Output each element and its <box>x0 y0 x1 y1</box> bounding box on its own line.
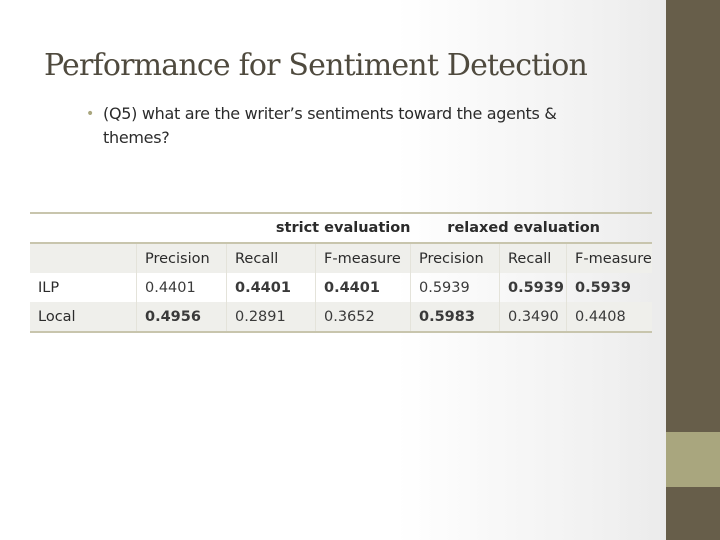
table-cell: 0.4401 <box>226 273 316 302</box>
empty-header-cell <box>30 213 137 244</box>
table-cell: 0.5939 <box>410 273 500 302</box>
results-table: strict evaluation relaxed evaluation Pre… <box>30 212 652 333</box>
table-cell: 0.4408 <box>566 302 652 332</box>
column-header: Precision <box>410 243 500 273</box>
table-cell: 0.5983 <box>410 302 500 332</box>
slide-title: Performance for Sentiment Detection <box>44 48 588 83</box>
table-cell: 0.5939 <box>499 273 567 302</box>
column-header <box>30 243 137 273</box>
group-header-relaxed: relaxed evaluation <box>410 213 652 244</box>
column-header: F-measure <box>566 243 652 273</box>
table-row: Local 0.4956 0.2891 0.3652 0.5983 0.3490… <box>30 302 652 332</box>
bullet-text: (Q5) what are the writer’s sentiments to… <box>103 104 557 147</box>
group-header-strict: strict evaluation <box>136 213 411 244</box>
table-row: ILP 0.4401 0.4401 0.4401 0.5939 0.5939 0… <box>30 273 652 302</box>
table-cell: 0.5939 <box>566 273 652 302</box>
bullet-dot-icon: • <box>86 106 95 122</box>
column-header: F-measure <box>315 243 411 273</box>
column-header: Recall <box>499 243 567 273</box>
table-cell: 0.3652 <box>315 302 411 332</box>
group-header-row: strict evaluation relaxed evaluation <box>30 213 652 244</box>
table-cell: 0.4956 <box>136 302 227 332</box>
table-cell: 0.4401 <box>315 273 411 302</box>
bullet-point: • (Q5) what are the writer’s sentiments … <box>86 102 606 150</box>
decorative-sidebar-band <box>666 432 720 487</box>
column-header: Recall <box>226 243 316 273</box>
row-label: ILP <box>38 279 60 296</box>
table-cell: 0.4401 <box>136 273 227 302</box>
column-header-row: Precision Recall F-measure Precision Rec… <box>30 243 652 273</box>
row-label: Local <box>30 302 137 332</box>
column-header: Precision <box>136 243 227 273</box>
table-cell: 0.3490 <box>499 302 567 332</box>
table-cell: 0.2891 <box>226 302 316 332</box>
